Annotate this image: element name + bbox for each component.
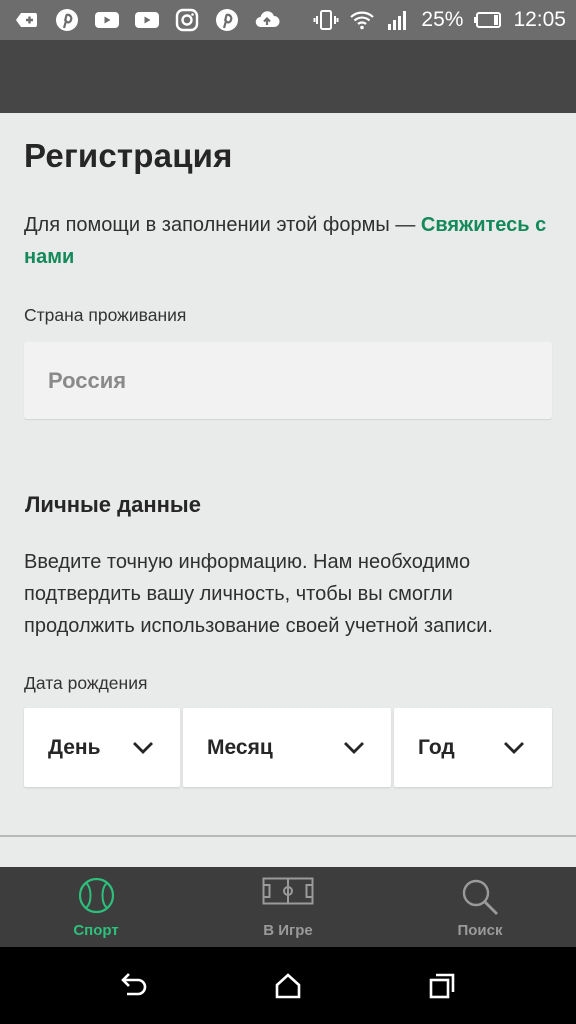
day-select[interactable]: День: [24, 708, 180, 787]
page-title: Регистрация: [24, 137, 233, 174]
notification-icons: [14, 7, 280, 33]
status-bar: 25% 12:05: [0, 0, 576, 40]
clock: 12:05: [513, 8, 566, 31]
pinterest-icon: [54, 7, 80, 33]
sport-ball-icon: [78, 877, 115, 914]
registration-form: Регистрация Для помощи в заполнении этой…: [0, 113, 576, 867]
system-navigation-bar: [0, 947, 576, 1024]
year-select[interactable]: Год: [394, 708, 552, 787]
dob-label: Дата рождения: [24, 673, 148, 693]
nav-item-in-play[interactable]: В Игре: [240, 867, 336, 947]
field-icon: [262, 877, 314, 905]
chevron-down-icon: [344, 742, 364, 754]
year-select-label: Год: [418, 735, 455, 759]
nav-label-sport: Спорт: [73, 922, 119, 939]
wifi-icon: [349, 7, 375, 33]
personal-data-title: Личные данные: [25, 492, 201, 517]
month-select-label: Месяц: [207, 735, 273, 759]
youtube-icon: [94, 7, 120, 33]
nav-label-search: Поиск: [457, 922, 503, 939]
add-box-icon: [14, 7, 40, 33]
help-prefix: Для помощи в заполнении этой формы —: [24, 214, 421, 236]
app-header: [0, 40, 576, 113]
cloud-upload-icon: [254, 7, 280, 33]
recent-apps-icon[interactable]: [427, 971, 457, 1001]
signal-icon: [385, 7, 411, 33]
system-indicators: 25% 12:05: [313, 7, 566, 33]
chevron-down-icon: [504, 742, 524, 754]
help-text: Для помощи в заполнении этой формы — Свя…: [24, 209, 564, 273]
nav-item-sport[interactable]: Спорт: [48, 867, 144, 947]
back-icon[interactable]: [118, 971, 148, 1001]
month-select[interactable]: Месяц: [183, 708, 391, 787]
chevron-down-icon: [133, 742, 153, 754]
nav-label-in-play: В Игре: [263, 922, 313, 939]
country-select[interactable]: Россия: [24, 342, 552, 419]
pinterest-icon: [214, 7, 240, 33]
personal-data-description: Введите точную информацию. Нам необходим…: [24, 551, 493, 637]
instagram-icon: [174, 7, 200, 33]
vibrate-icon: [313, 7, 339, 33]
divider: [0, 835, 576, 837]
search-icon: [462, 879, 498, 915]
country-value: Россия: [48, 367, 127, 393]
battery-percent: 25%: [421, 8, 464, 31]
day-select-label: День: [48, 735, 101, 759]
battery-icon: [473, 7, 503, 33]
bottom-navigation: Спорт В Игре Поиск: [0, 867, 576, 947]
country-label: Страна проживания: [24, 305, 187, 325]
nav-item-search[interactable]: Поиск: [432, 867, 528, 947]
home-icon[interactable]: [273, 971, 303, 1001]
youtube-icon: [134, 7, 160, 33]
